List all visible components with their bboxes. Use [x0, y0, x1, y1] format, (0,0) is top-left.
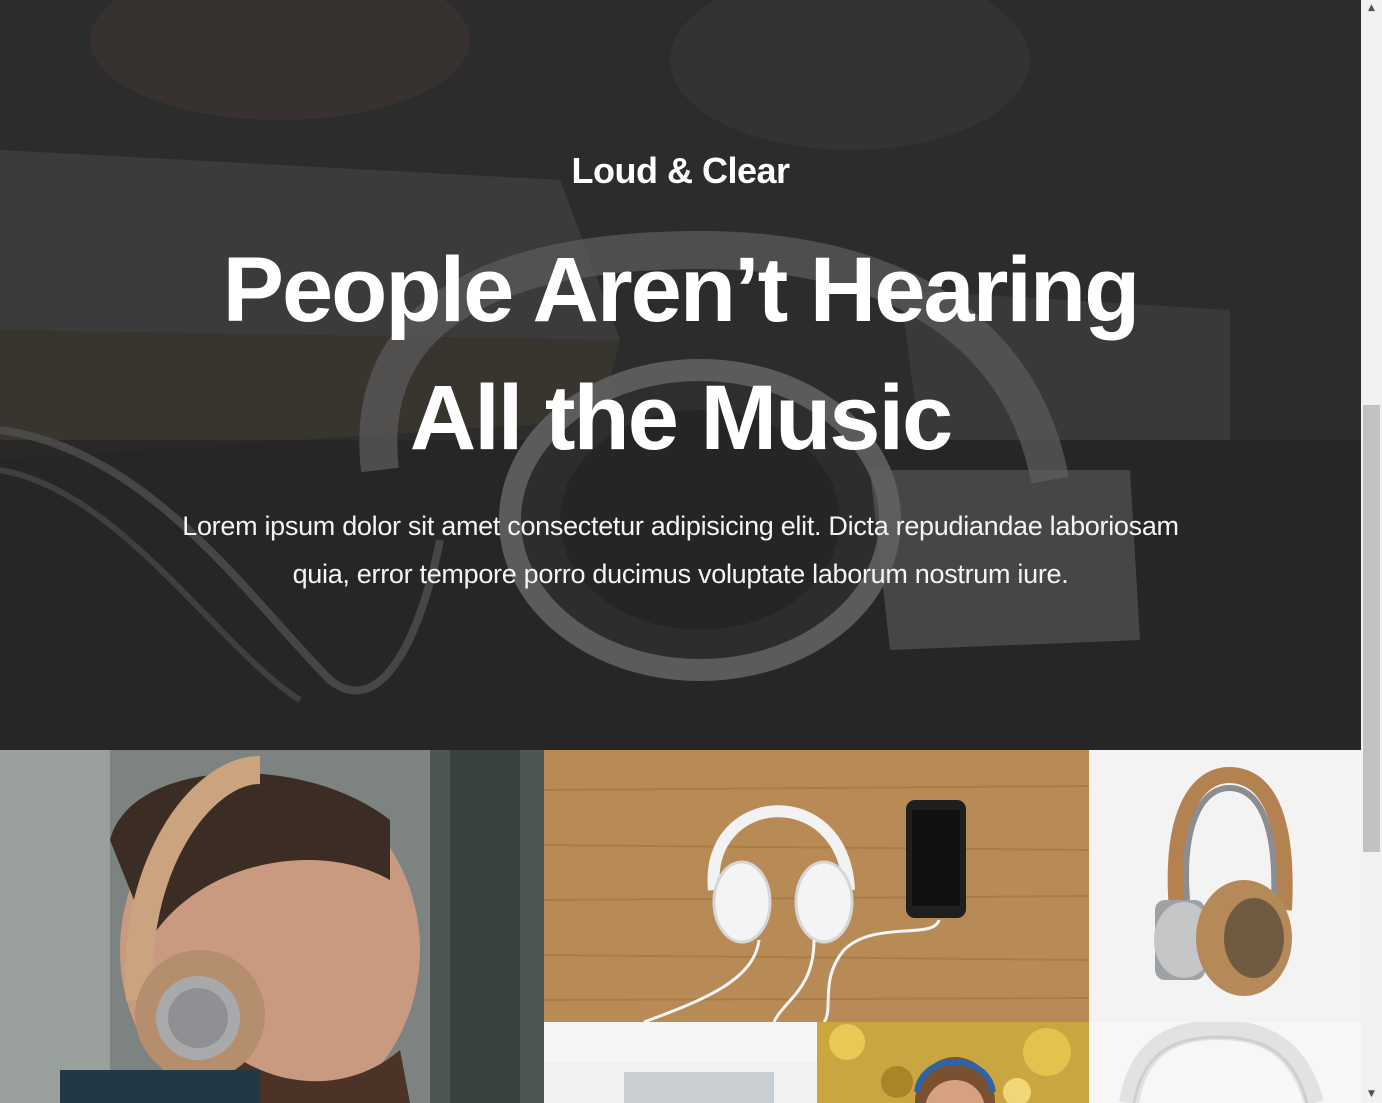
hero-section: Loud & Clear People Aren’t Hearing All t… [0, 0, 1361, 750]
gallery-image-headphones-phone[interactable] [544, 750, 1089, 1022]
hero-description-line-2: quia, error tempore porro ducimus volupt… [292, 559, 1069, 589]
gallery-image-white-headphones[interactable] [1089, 1022, 1361, 1103]
hero-kicker: Loud & Clear [571, 150, 790, 191]
hero-description: Lorem ipsum dolor sit amet consectetur a… [140, 502, 1221, 598]
landing-page: Loud & Clear People Aren’t Hearing All t… [0, 0, 1361, 1103]
scrollbar-thumb[interactable] [1363, 405, 1380, 852]
gallery-image-tan-headphones[interactable] [1089, 750, 1361, 1022]
scroll-up-arrow-icon[interactable]: ▲ [1361, 0, 1382, 17]
hero-title-line-1: People Aren’t Hearing [222, 239, 1141, 341]
gallery-image-man-headphones[interactable] [0, 750, 544, 1103]
scroll-down-arrow-icon[interactable]: ▼ [1361, 1086, 1382, 1103]
gallery-image-blurred-product[interactable] [544, 1022, 817, 1103]
hero-content: Loud & Clear People Aren’t Hearing All t… [0, 0, 1361, 750]
hero-title: People Aren’t Hearing All the Music [0, 226, 1361, 482]
gallery-image-child-headphones[interactable] [817, 1022, 1089, 1103]
vertical-scrollbar[interactable]: ▲ ▼ [1361, 0, 1382, 1103]
hero-description-line-1: Lorem ipsum dolor sit amet consectetur a… [182, 511, 1179, 541]
hero-title-line-2: All the Music [409, 367, 953, 469]
